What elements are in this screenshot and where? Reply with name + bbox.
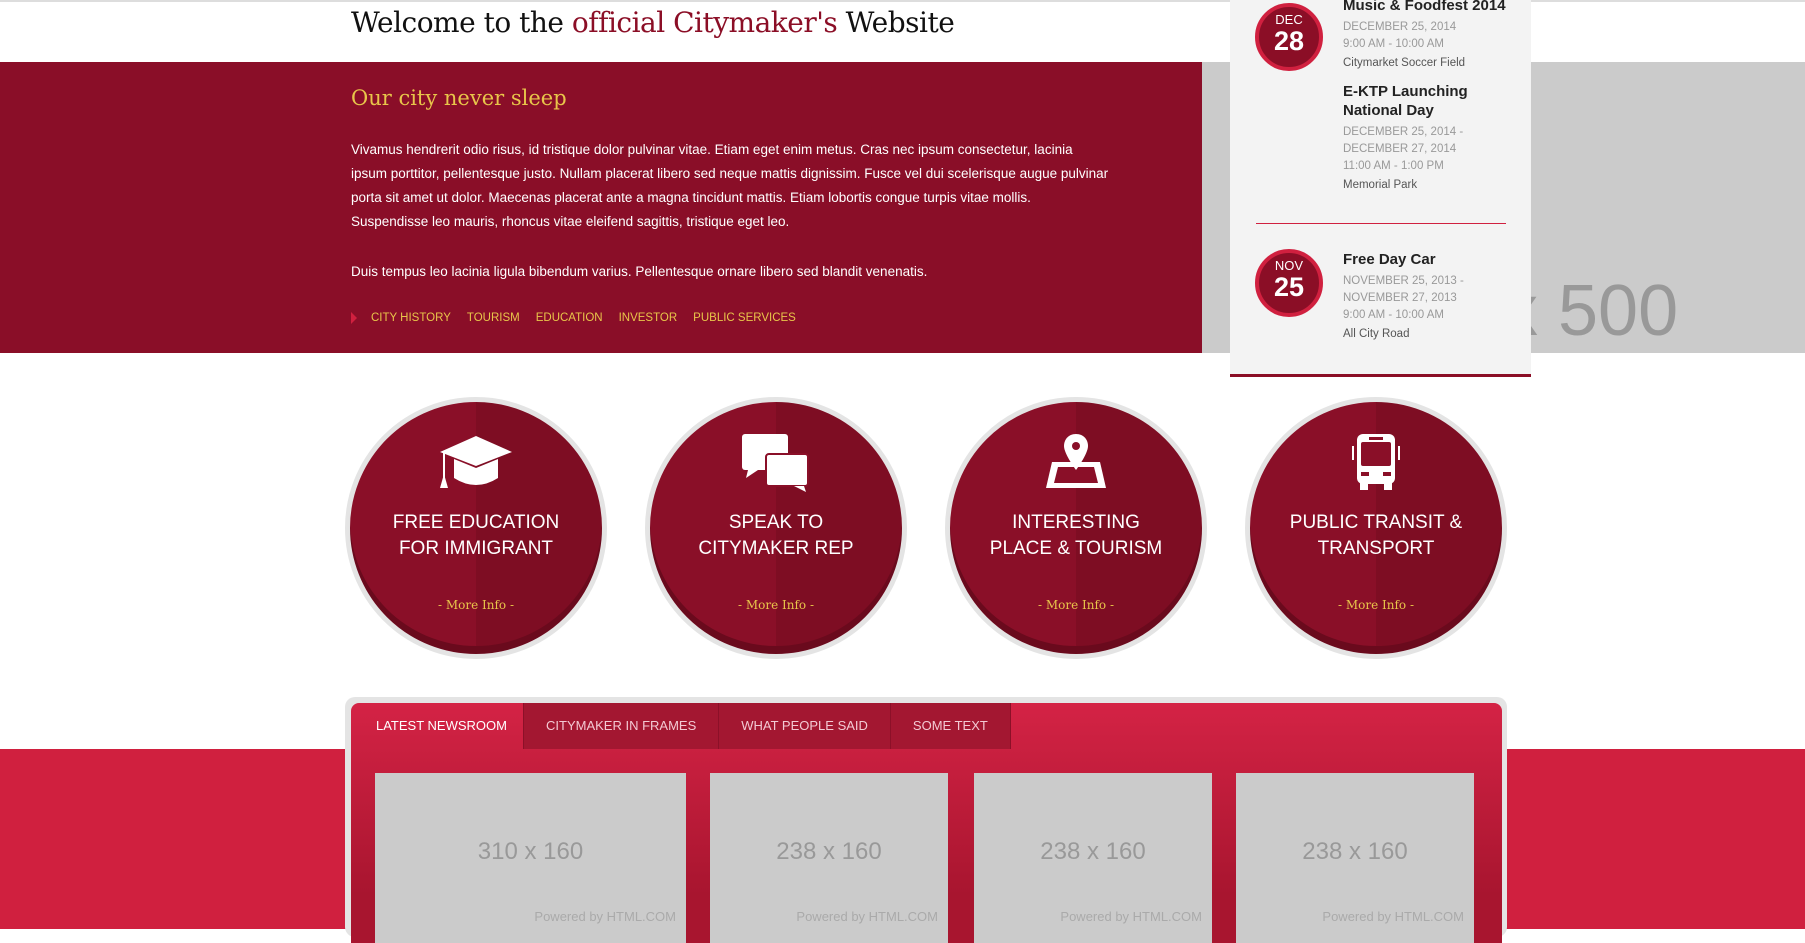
event-title[interactable]: Music & Foodfest 2014	[1343, 0, 1523, 15]
feature-transit[interactable]: PUBLIC TRANSIT & TRANSPORT - More Info -	[1245, 397, 1507, 659]
feature-title-line: PLACE & TOURISM	[989, 538, 1163, 559]
event-title[interactable]: E-KTP Launching National Day	[1343, 82, 1523, 120]
news-thumbnail[interactable]: 238 x 160 Powered by HTML.COM	[1236, 773, 1474, 943]
tab-what-people-said[interactable]: WHAT PEOPLE SAID	[719, 703, 891, 749]
powered-by: Powered by HTML.COM	[534, 909, 676, 924]
thumbnail-label: 238 x 160	[1040, 838, 1146, 865]
link-education[interactable]: EDUCATION	[536, 312, 603, 324]
event-date-line: NOVEMBER 25, 2013 -	[1343, 275, 1464, 287]
link-public-services[interactable]: PUBLIC SERVICES	[693, 312, 796, 324]
feature-title: PUBLIC TRANSIT & TRANSPORT	[1250, 510, 1502, 562]
chat-bubbles-icon	[742, 434, 809, 492]
more-info-link[interactable]: - More Info -	[1250, 598, 1502, 612]
feature-speak-rep[interactable]: SPEAK TO CITYMAKER REP - More Info -	[645, 397, 907, 659]
feature-title: SPEAK TO CITYMAKER REP	[650, 510, 902, 562]
event-venue: Citymarket Soccer Field	[1343, 57, 1466, 69]
feature-title-line: SPEAK TO	[728, 512, 824, 533]
graduation-cap-icon	[440, 436, 512, 488]
powered-by: Powered by HTML.COM	[1322, 909, 1464, 924]
news-thumbnail[interactable]: 310 x 160 Powered by HTML.COM	[375, 773, 686, 943]
tab-bar: LATEST NEWSROOM CITYMAKER IN FRAMES WHAT…	[351, 703, 1011, 749]
feature-title-line: FREE EDUCATION	[392, 512, 560, 533]
hero-subtitle: Our city never sleep	[351, 86, 567, 110]
date-badge: NOV 25	[1255, 249, 1323, 317]
event-dates: DECEMBER 25, 2014 - DECEMBER 27, 2014 11:0…	[1343, 124, 1523, 175]
bus-icon	[1352, 434, 1400, 490]
news-thumbnail[interactable]: 238 x 160 Powered by HTML.COM	[974, 773, 1212, 943]
link-investor[interactable]: INVESTOR	[619, 312, 678, 324]
date-badge: DEC 28	[1255, 3, 1323, 71]
more-info-link[interactable]: - More Info -	[650, 598, 902, 612]
thumbnail-label: 238 x 160	[776, 838, 882, 865]
event-dates: NOVEMBER 25, 2013 - NOVEMBER 27, 2013 9:00…	[1343, 273, 1523, 324]
event-date-line: NOVEMBER 27, 2013	[1343, 292, 1457, 304]
news-thumbnail[interactable]: 238 x 160 Powered by HTML.COM	[710, 773, 948, 943]
feature-title-line: TRANSPORT	[1317, 538, 1435, 559]
feature-title: FREE EDUCATION FOR IMMIGRANT	[350, 510, 602, 562]
title-highlight: official Citymaker's	[571, 6, 838, 39]
event-dates: DECEMBER 25, 2014 9:00 AM - 10:00 AM	[1343, 19, 1523, 53]
title-suffix: Website	[837, 6, 955, 39]
link-tourism[interactable]: TOURISM	[467, 312, 520, 324]
event-date-line: DECEMBER 25, 2014	[1343, 21, 1457, 33]
feature-title-line: FOR IMMIGRANT	[398, 538, 554, 559]
tab-some-text[interactable]: SOME TEXT	[890, 703, 1011, 749]
title-prefix: Welcome to the	[351, 6, 572, 39]
more-info-link[interactable]: - More Info -	[950, 598, 1202, 612]
event-venue: All City Road	[1343, 328, 1410, 340]
feature-title-line: PUBLIC TRANSIT &	[1289, 512, 1463, 533]
date-month: NOV	[1274, 258, 1304, 273]
event-time-line: 11:00 AM - 1:00 PM	[1343, 160, 1444, 172]
divider	[1256, 223, 1506, 224]
event-time-line: 9:00 AM - 10:00 AM	[1343, 309, 1445, 321]
event-date-line: DECEMBER 27, 2014	[1343, 143, 1457, 155]
arrow-right-icon	[351, 312, 357, 324]
hero-paragraph: Duis tempus leo lacinia ligula bibendum …	[351, 264, 928, 279]
event-item[interactable]: E-KTP Launching National Day DECEMBER 25…	[1343, 82, 1523, 194]
tab-citymaker-in-frames[interactable]: CITYMAKER IN FRAMES	[524, 703, 720, 749]
event-date-line: DECEMBER 25, 2014 -	[1343, 126, 1464, 138]
hero-links: CITY HISTORY TOURISM EDUCATION INVESTOR …	[351, 312, 796, 324]
map-pin-icon	[1046, 434, 1106, 488]
feature-title-line: INTERESTING	[1012, 512, 1140, 533]
feature-tourism[interactable]: INTERESTING PLACE & TOURISM - More Info -	[945, 397, 1207, 659]
event-title[interactable]: Free Day Car	[1343, 250, 1523, 269]
feature-title: INTERESTING PLACE & TOURISM	[950, 510, 1202, 562]
event-time-line: 9:00 AM - 10:00 AM	[1343, 38, 1445, 50]
powered-by: Powered by HTML.COM	[1060, 909, 1202, 924]
feature-education[interactable]: FREE EDUCATION FOR IMMIGRANT - More Info …	[345, 397, 607, 659]
date-day: 28	[1273, 26, 1305, 56]
tab-latest-newsroom[interactable]: LATEST NEWSROOM	[351, 703, 524, 749]
top-border	[0, 0, 1805, 2]
page-title: Welcome to the official Citymaker's Webs…	[351, 6, 955, 39]
feature-title-line: CITYMAKER REP	[698, 538, 854, 559]
hero-paragraph: Vivamus hendrerit odio risus, id tristiq…	[351, 142, 1109, 229]
more-info-link[interactable]: - More Info -	[350, 598, 602, 612]
link-city-history[interactable]: CITY HISTORY	[371, 312, 451, 324]
powered-by: Powered by HTML.COM	[796, 909, 938, 924]
event-item[interactable]: Music & Foodfest 2014 DECEMBER 25, 2014 9…	[1343, 0, 1523, 72]
date-month: DEC	[1275, 12, 1303, 27]
thumbnail-label: 238 x 160	[1302, 838, 1408, 865]
date-day: 25	[1273, 272, 1305, 302]
event-item[interactable]: Free Day Car NOVEMBER 25, 2013 - NOVEMBER…	[1343, 250, 1523, 343]
thumbnail-label: 310 x 160	[477, 838, 584, 865]
news-panel: LATEST NEWSROOM CITYMAKER IN FRAMES WHAT…	[351, 703, 1502, 943]
event-venue: Memorial Park	[1343, 179, 1418, 191]
events-panel: DEC 28 Music & Foodfest 2014 DECEMBER 25,…	[1230, 0, 1531, 377]
